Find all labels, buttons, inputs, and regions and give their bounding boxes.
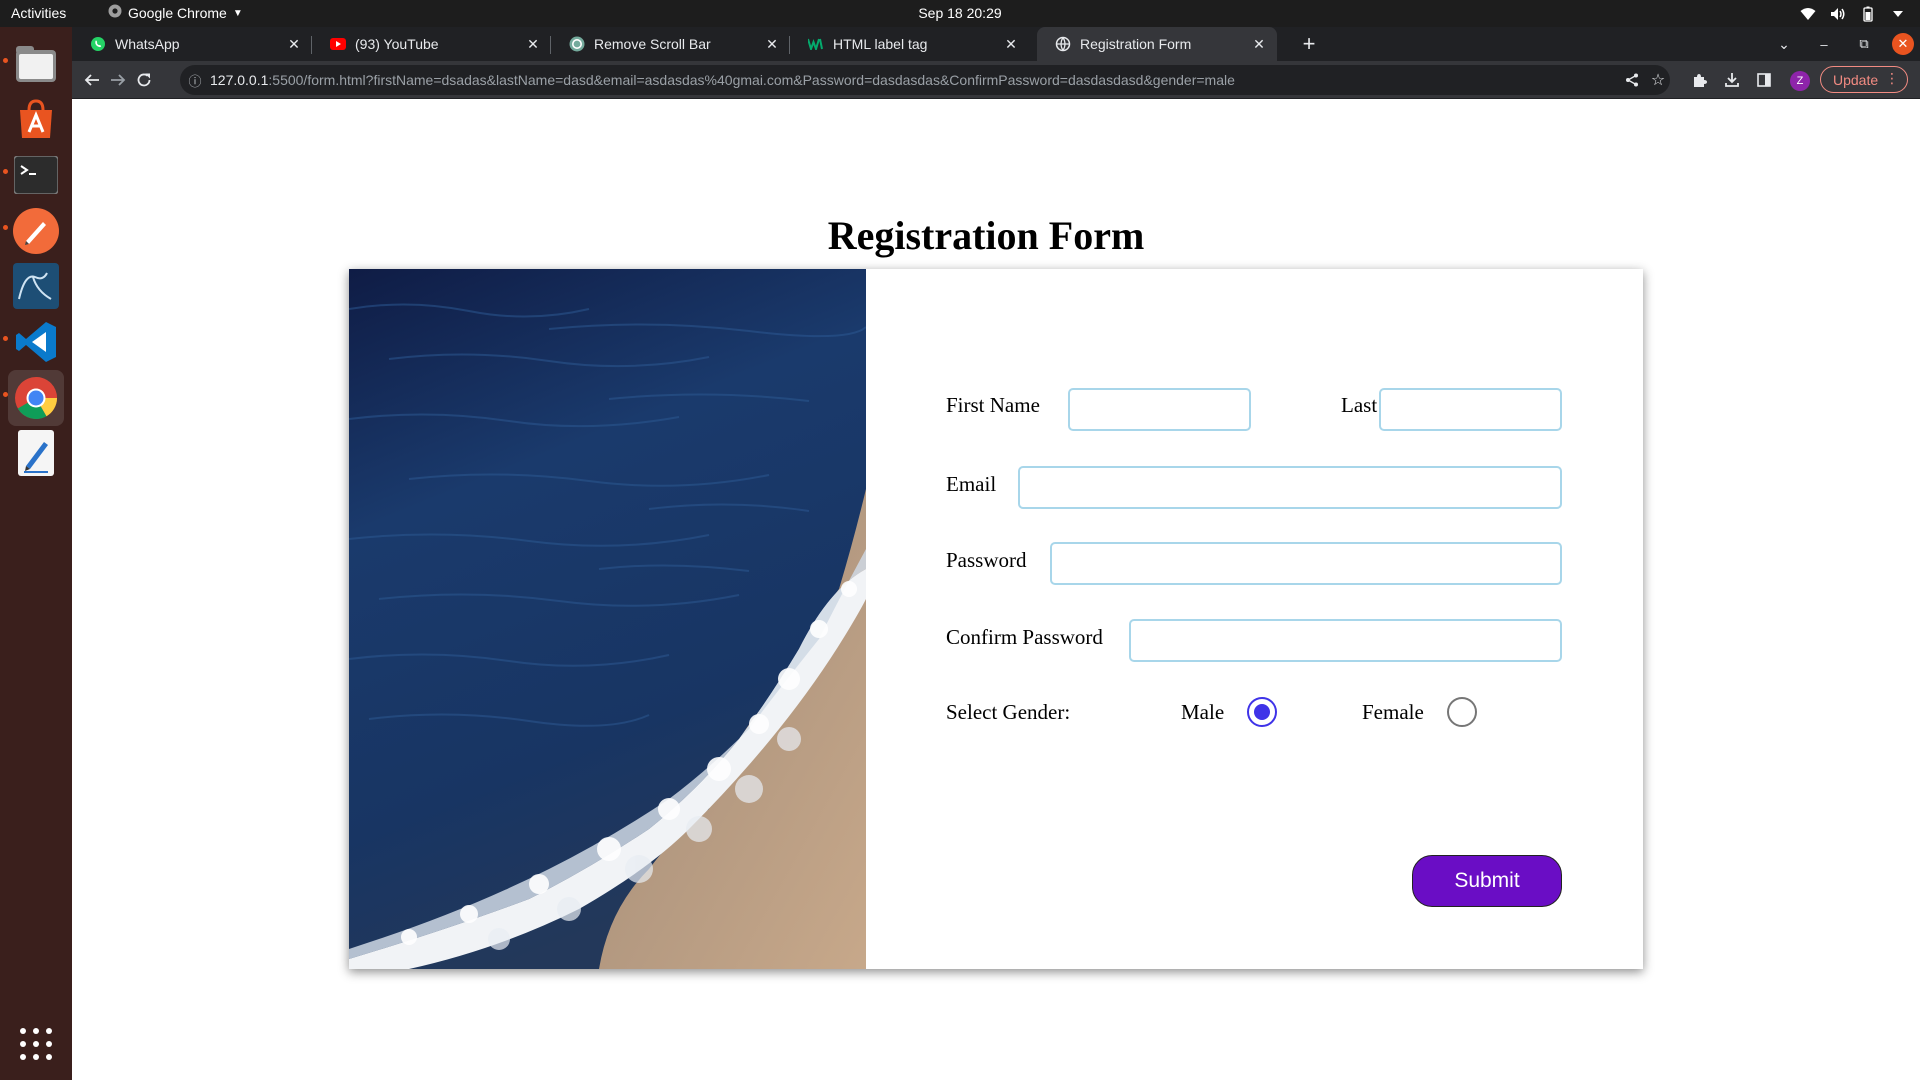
site-info-icon[interactable]: ⓘ: [180, 71, 210, 90]
whatsapp-icon: [90, 36, 106, 52]
password-input[interactable]: [1050, 542, 1562, 585]
volume-icon[interactable]: [1830, 6, 1846, 22]
more-menu-icon: ⋮: [1885, 70, 1899, 86]
dock: [0, 27, 72, 1080]
url-text[interactable]: 127.0.0.1:5500/form.html?firstName=dsada…: [210, 72, 1235, 88]
confirm-password-label: Confirm Password: [946, 625, 1103, 649]
tab-title: WhatsApp: [115, 36, 180, 52]
files-icon[interactable]: [8, 36, 64, 92]
tab-registration-form[interactable]: Registration Form ✕: [1037, 27, 1277, 61]
text-editor-icon[interactable]: [8, 425, 64, 481]
system-tray[interactable]: [1800, 0, 1906, 27]
reload-icon[interactable]: [130, 66, 158, 94]
email-input[interactable]: [1018, 466, 1562, 509]
back-icon[interactable]: [78, 66, 106, 94]
tab-whatsapp[interactable]: WhatsApp ✕: [72, 27, 312, 61]
restore-icon[interactable]: ⧉: [1844, 36, 1884, 52]
profile-avatar[interactable]: Z: [1790, 71, 1810, 91]
w3-icon: [808, 36, 824, 52]
tab-search-icon[interactable]: ⌄: [1764, 36, 1804, 53]
browser-toolbar: ⓘ 127.0.0.1:5500/form.html?firstName=dsa…: [72, 61, 1920, 99]
clock[interactable]: Sep 18 20:29: [918, 5, 1001, 21]
clock-container: Sep 18 20:29: [0, 0, 1920, 27]
password-label: Password: [946, 548, 1027, 572]
drawing-app-icon[interactable]: [8, 203, 64, 259]
confirm-password-input[interactable]: [1129, 619, 1562, 662]
close-tab-icon[interactable]: ✕: [1249, 36, 1269, 53]
share-icon[interactable]: [1618, 66, 1646, 94]
window-close-icon[interactable]: ✕: [1892, 33, 1914, 55]
close-tab-icon[interactable]: ✕: [523, 36, 543, 53]
tab-title: HTML label tag: [833, 36, 928, 52]
web-page: Registration Form First Name Last Email …: [72, 100, 1920, 1080]
close-tab-icon[interactable]: ✕: [762, 36, 782, 53]
app-menu-label: Google Chrome: [128, 5, 227, 21]
power-menu-icon[interactable]: [1890, 6, 1906, 22]
chrome-small-icon: [108, 0, 122, 27]
tab-html-label-tag[interactable]: HTML label tag ✕: [790, 27, 1029, 61]
globe-icon: [1055, 36, 1071, 52]
caret-down-icon: ▼: [232, 8, 243, 19]
male-label[interactable]: Male: [1181, 700, 1224, 725]
activities-button[interactable]: Activities: [11, 0, 66, 27]
close-tab-icon[interactable]: ✕: [284, 36, 304, 53]
submit-button[interactable]: Submit: [1412, 855, 1562, 907]
update-button[interactable]: Update ⋮: [1820, 66, 1908, 93]
window-controls: ⌄ – ⧉ ✕: [1764, 27, 1920, 61]
new-tab-button[interactable]: +: [1292, 27, 1326, 61]
ocean-wave-image: [349, 269, 866, 969]
terminal-icon[interactable]: [8, 147, 64, 203]
download-icon[interactable]: [1718, 66, 1746, 94]
tab-title: (93) YouTube: [355, 36, 439, 52]
female-label[interactable]: Female: [1362, 700, 1424, 725]
tab-title: Remove Scroll Bar: [594, 36, 711, 52]
show-applications-icon[interactable]: [20, 1028, 52, 1060]
openai-icon: [569, 36, 585, 52]
forward-icon[interactable]: [104, 66, 132, 94]
database-workbench-icon[interactable]: [8, 258, 64, 314]
tab-strip: WhatsApp ✕ (93) YouTube ✕ Remove Scroll …: [72, 27, 1920, 61]
email-label: Email: [946, 472, 997, 496]
tab-youtube[interactable]: (93) YouTube ✕: [312, 27, 551, 61]
side-panel-icon[interactable]: [1750, 66, 1778, 94]
bookmark-star-icon[interactable]: ☆: [1644, 66, 1672, 94]
system-top-bar: Activities Google Chrome ▼ Sep 18 20:29: [0, 0, 1920, 27]
male-radio[interactable]: [1247, 697, 1277, 727]
gender-label: Select Gender:: [946, 700, 1071, 724]
female-radio[interactable]: [1447, 697, 1477, 727]
battery-icon[interactable]: [1860, 6, 1876, 22]
youtube-icon: [330, 36, 346, 52]
chrome-icon[interactable]: [8, 370, 64, 426]
first-name-input[interactable]: [1068, 388, 1251, 431]
first-name-label: First Name: [946, 393, 1040, 417]
close-tab-icon[interactable]: ✕: [1001, 36, 1021, 53]
address-bar[interactable]: ⓘ 127.0.0.1:5500/form.html?firstName=dsa…: [180, 65, 1670, 95]
form-card: First Name Last Name Email Password Conf…: [349, 269, 1643, 969]
last-name-input[interactable]: [1379, 388, 1562, 431]
page-title: Registration Form: [827, 213, 1145, 258]
software-store-icon[interactable]: [8, 92, 64, 148]
tab-title: Registration Form: [1080, 36, 1192, 52]
tab-remove-scroll-bar[interactable]: Remove Scroll Bar ✕: [551, 27, 790, 61]
minimize-icon[interactable]: –: [1804, 37, 1844, 52]
update-label: Update: [1833, 71, 1879, 88]
extensions-icon[interactable]: [1685, 66, 1713, 94]
vscode-icon[interactable]: [8, 314, 64, 370]
wifi-icon[interactable]: [1800, 6, 1816, 22]
app-menu[interactable]: Google Chrome ▼: [108, 0, 243, 27]
